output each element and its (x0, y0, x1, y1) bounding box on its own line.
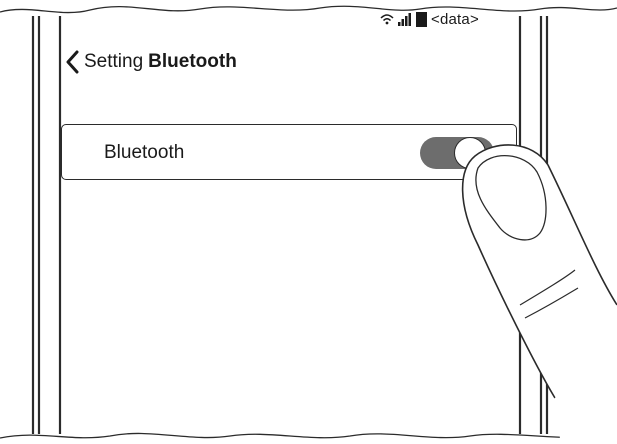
toggle-knob[interactable] (454, 137, 486, 169)
bluetooth-setting-row: Bluetooth (61, 124, 517, 180)
page-title: Setting Bluetooth (84, 51, 237, 73)
status-bar: <data> (380, 8, 479, 30)
back-label[interactable]: Setting (84, 51, 143, 72)
phone-screen: <data> Setting Bluetooth Bluetooth (0, 0, 617, 444)
status-carrier-text: <data> (431, 10, 479, 28)
signal-bars-icon (398, 12, 412, 26)
chevron-left-icon[interactable] (64, 50, 80, 74)
back-navigation[interactable]: Setting Bluetooth (64, 47, 237, 77)
bluetooth-toggle[interactable] (420, 137, 494, 169)
bluetooth-label: Bluetooth (104, 142, 185, 163)
title-bluetooth: Bluetooth (148, 51, 237, 72)
wifi-icon (380, 13, 394, 25)
battery-icon (416, 11, 427, 27)
